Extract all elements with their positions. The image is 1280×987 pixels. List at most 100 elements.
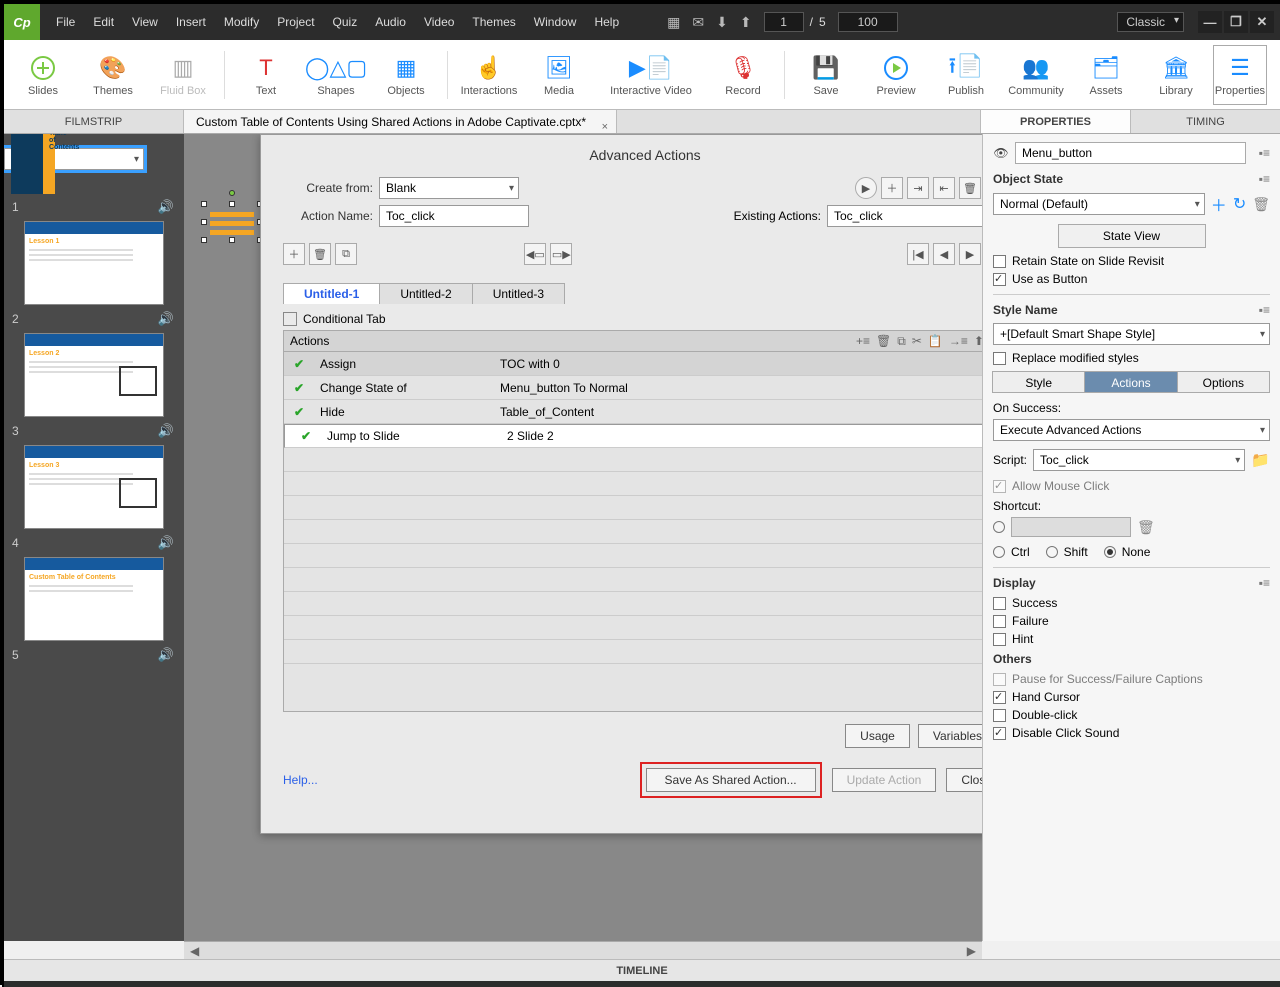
- tab-properties[interactable]: PROPERTIES: [980, 110, 1130, 133]
- ribbon-assets[interactable]: 🗂Assets: [1073, 45, 1139, 105]
- ribbon-properties[interactable]: ☰Properties: [1213, 45, 1267, 105]
- replace-styles-checkbox[interactable]: [993, 352, 1006, 365]
- delete-row-icon[interactable]: 🗑: [876, 334, 891, 349]
- menu-modify[interactable]: Modify: [216, 11, 267, 33]
- action-row[interactable]: [284, 640, 982, 664]
- slide-thumb[interactable]: Table of Contents: [4, 148, 144, 170]
- action-row[interactable]: ✔Change State ofMenu_button To Normal: [284, 376, 982, 400]
- clear-shortcut-icon[interactable]: 🗑: [1137, 519, 1155, 536]
- ctrl-radio[interactable]: [993, 546, 1005, 558]
- update-action-button[interactable]: Update Action: [832, 768, 937, 792]
- action-row[interactable]: ✔AssignTOC with 0: [284, 352, 982, 376]
- zoom-input[interactable]: [838, 12, 898, 32]
- move-left-button[interactable]: ◀▭: [524, 243, 546, 265]
- window-maximize-button[interactable]: ❐: [1224, 11, 1248, 33]
- layout-icon[interactable]: ▦: [667, 14, 680, 31]
- save-as-shared-action-button[interactable]: Save As Shared Action...: [646, 768, 816, 792]
- first-button[interactable]: |◀: [907, 243, 929, 265]
- horizontal-scrollbar[interactable]: ◀▶: [184, 941, 982, 959]
- menu-themes[interactable]: Themes: [464, 11, 523, 33]
- action-row[interactable]: ✔HideTable_of_Content: [284, 400, 982, 424]
- stage-canvas[interactable]: Advanced Actions Create from: Blank ▶ ＋ …: [184, 134, 982, 941]
- panel-menu-icon[interactable]: ▪≡: [1252, 146, 1270, 160]
- ribbon-shapes[interactable]: ◯△▢Shapes: [303, 45, 369, 105]
- copy-row-icon[interactable]: ⧉: [897, 334, 906, 349]
- slide-thumb[interactable]: Lesson 3: [24, 445, 164, 529]
- ribbon-publish[interactable]: ⭱📄Publish: [933, 45, 999, 105]
- action-row[interactable]: [284, 520, 982, 544]
- document-tab[interactable]: Custom Table of Contents Using Shared Ac…: [184, 110, 617, 133]
- ribbon-interactions[interactable]: ☝Interactions: [456, 45, 522, 105]
- import-action-button[interactable]: ⇥: [907, 177, 929, 199]
- next-button[interactable]: ▶: [959, 243, 981, 265]
- move-up-icon[interactable]: ⬆: [974, 334, 982, 349]
- ribbon-themes[interactable]: 🎨Themes: [80, 45, 146, 105]
- action-row[interactable]: [284, 448, 982, 472]
- state-view-button[interactable]: State View: [1058, 224, 1206, 248]
- cut-row-icon[interactable]: ✂: [912, 334, 922, 349]
- menu-edit[interactable]: Edit: [85, 11, 122, 33]
- action-row[interactable]: [284, 592, 982, 616]
- state-dropdown[interactable]: Normal (Default): [993, 193, 1205, 215]
- object-name-input[interactable]: [1015, 142, 1246, 164]
- selected-shape[interactable]: [204, 204, 260, 240]
- decision-tab[interactable]: Untitled-1: [283, 283, 380, 304]
- ribbon-slides[interactable]: Slides: [10, 45, 76, 105]
- ribbon-text[interactable]: TText: [233, 45, 299, 105]
- shift-radio[interactable]: [1046, 546, 1058, 558]
- window-minimize-button[interactable]: —: [1198, 11, 1222, 33]
- slide-thumb[interactable]: Lesson 2: [24, 333, 164, 417]
- ribbon-fluid-box[interactable]: ▥Fluid Box: [150, 45, 216, 105]
- menu-video[interactable]: Video: [416, 11, 462, 33]
- shortcut-input[interactable]: [1011, 517, 1131, 537]
- on-success-dropdown[interactable]: Execute Advanced Actions: [993, 419, 1270, 441]
- decision-tab[interactable]: Untitled-2: [379, 283, 472, 304]
- audio-icon[interactable]: 🔊: [158, 647, 174, 663]
- delete-state-icon[interactable]: 🗑: [1252, 196, 1270, 213]
- menu-insert[interactable]: Insert: [168, 11, 214, 33]
- existing-actions-dropdown[interactable]: Toc_click: [827, 205, 982, 227]
- failure-checkbox[interactable]: [993, 615, 1006, 628]
- preview-action-button[interactable]: ▶: [855, 177, 877, 199]
- ribbon-record[interactable]: 🎙Record: [710, 45, 776, 105]
- upload-icon[interactable]: ⬆: [740, 14, 752, 31]
- add-action-button[interactable]: ＋: [881, 177, 903, 199]
- variables-button[interactable]: Variables...: [918, 724, 982, 748]
- decision-tab[interactable]: Untitled-3: [472, 283, 565, 304]
- prev-button[interactable]: ◀: [933, 243, 955, 265]
- move-right-button[interactable]: ▭▶: [550, 243, 572, 265]
- slide-thumb[interactable]: Lesson 1: [24, 221, 164, 305]
- delete-action-button[interactable]: 🗑: [959, 177, 981, 199]
- menu-window[interactable]: Window: [526, 11, 585, 33]
- action-row[interactable]: [284, 472, 982, 496]
- ribbon-community[interactable]: 👥Community: [1003, 45, 1069, 105]
- insert-row-icon[interactable]: →≡: [949, 334, 968, 349]
- panel-menu-icon[interactable]: ▪≡: [1252, 576, 1270, 590]
- menu-project[interactable]: Project: [269, 11, 322, 33]
- menu-help[interactable]: Help: [586, 11, 627, 33]
- retain-state-checkbox[interactable]: [993, 255, 1006, 268]
- conditional-checkbox[interactable]: [283, 312, 297, 326]
- add-decision-button[interactable]: ＋: [283, 243, 305, 265]
- workspace-dropdown[interactable]: Classic: [1117, 12, 1184, 32]
- action-row[interactable]: [284, 568, 982, 592]
- action-row[interactable]: [284, 496, 982, 520]
- disable-click-sound-checkbox[interactable]: [993, 727, 1006, 740]
- action-row[interactable]: ✔Jump to Slide2 Slide 2: [284, 424, 982, 448]
- hint-checkbox[interactable]: [993, 633, 1006, 646]
- delete-decision-button[interactable]: 🗑: [309, 243, 331, 265]
- ribbon-save[interactable]: 💾Save: [793, 45, 859, 105]
- visibility-icon[interactable]: 👁: [993, 146, 1009, 160]
- hand-cursor-checkbox[interactable]: [993, 691, 1006, 704]
- use-as-button-checkbox[interactable]: [993, 273, 1006, 286]
- success-checkbox[interactable]: [993, 597, 1006, 610]
- menu-audio[interactable]: Audio: [367, 11, 414, 33]
- download-icon[interactable]: ⬇: [716, 14, 728, 31]
- menu-quiz[interactable]: Quiz: [325, 11, 366, 33]
- ribbon-library[interactable]: 🏛Library: [1143, 45, 1209, 105]
- style-name-dropdown[interactable]: +[Default Smart Shape Style]: [993, 323, 1270, 345]
- add-row-icon[interactable]: +≡: [856, 334, 870, 349]
- reset-state-icon[interactable]: ↻: [1233, 194, 1246, 214]
- audio-icon[interactable]: 🔊: [158, 535, 174, 551]
- help-link[interactable]: Help...: [283, 773, 318, 787]
